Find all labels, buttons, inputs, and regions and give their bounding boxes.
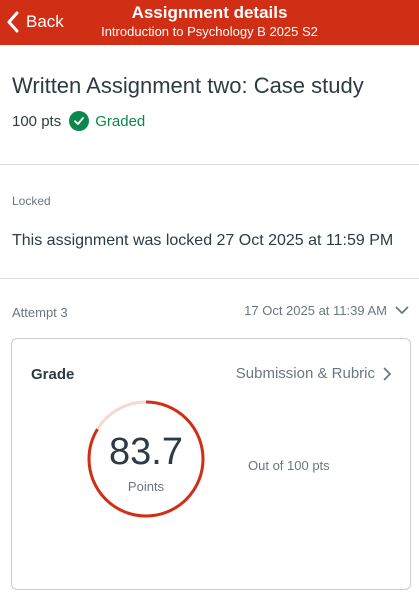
page-title: Assignment details <box>131 3 288 22</box>
header-titles: Assignment details Introduction to Psych… <box>70 3 349 40</box>
submission-rubric-link[interactable]: Submission & Rubric <box>236 365 392 382</box>
attempt-selector[interactable]: 17 Oct 2025 at 11:39 AM <box>244 303 409 318</box>
chevron-left-icon <box>7 11 19 33</box>
attempt-label: Attempt 3 <box>12 305 68 320</box>
divider <box>0 164 419 165</box>
course-subtitle: Introduction to Psychology B 2025 S2 <box>101 24 318 39</box>
score-ring: 83.7 Points <box>85 398 207 520</box>
chevron-down-icon[interactable] <box>395 306 409 315</box>
graded-status: Graded <box>69 111 145 131</box>
locked-label: Locked <box>12 194 51 208</box>
score-out-of: Out of 100 pts <box>248 458 330 473</box>
back-label[interactable]: Back <box>26 12 64 32</box>
divider <box>0 278 419 279</box>
chevron-right-icon[interactable] <box>383 367 392 381</box>
score-unit: Points <box>127 479 165 494</box>
back-button[interactable]: Back <box>6 8 64 36</box>
check-circle-icon <box>69 111 90 131</box>
graded-label: Graded <box>95 112 146 130</box>
grade-title: Grade <box>31 366 75 383</box>
top-app-bar: Back Assignment details Introduction to … <box>0 0 419 45</box>
locked-message: This assignment was locked 27 Oct 2025 a… <box>12 232 394 249</box>
score-value: 83.7 <box>109 431 183 473</box>
assignment-meta: 100 pts Graded <box>12 111 145 131</box>
grade-card: Grade Submission & Rubric 83.7 Points Ou… <box>11 338 411 590</box>
attempt-date[interactable]: 17 Oct 2025 at 11:39 AM <box>244 303 387 318</box>
assignment-title: Written Assignment two: Case study <box>12 73 364 98</box>
submission-rubric-label[interactable]: Submission & Rubric <box>236 365 375 382</box>
assignment-points: 100 pts <box>12 112 62 130</box>
